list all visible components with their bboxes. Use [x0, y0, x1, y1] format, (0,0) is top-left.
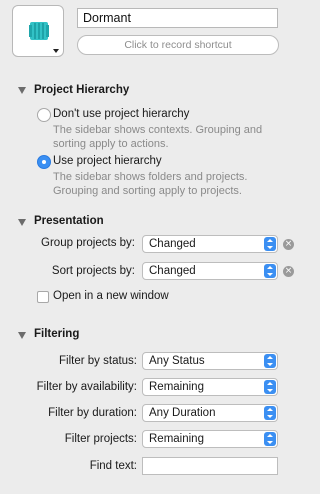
perspective-icon-well[interactable] [12, 5, 64, 57]
popup-arrows-icon [264, 432, 276, 446]
select-value: Changed [149, 265, 196, 277]
group-projects-label: Group projects by: [41, 237, 135, 249]
section-title-filtering: Filtering [34, 328, 80, 340]
filter-status-label: Filter by status: [59, 355, 137, 367]
popup-arrows-icon [264, 380, 276, 394]
filter-duration-label: Filter by duration: [48, 407, 137, 419]
tablet-icon [29, 22, 49, 40]
sort-projects-label: Sort projects by: [51, 265, 135, 277]
disclosure-triangle-icon[interactable] [18, 87, 26, 94]
filter-status-select[interactable]: Any Status [142, 352, 278, 370]
record-shortcut-button[interactable]: Click to record shortcut [77, 35, 279, 55]
section-title-presentation: Presentation [34, 215, 104, 227]
select-value: Remaining [149, 433, 204, 445]
option-description: sorting apply to actions. [53, 138, 169, 150]
new-window-checkbox[interactable] [37, 291, 49, 303]
disclosure-triangle-icon[interactable] [18, 219, 26, 226]
filter-availability-select[interactable]: Remaining [142, 378, 278, 396]
filter-availability-label: Filter by availability: [36, 381, 137, 393]
select-value: Any Status [149, 355, 205, 367]
filter-duration-select[interactable]: Any Duration [142, 404, 278, 422]
clear-icon[interactable]: × [283, 266, 294, 277]
radio-use-hierarchy[interactable] [37, 155, 51, 169]
popup-arrows-icon [264, 354, 276, 368]
section-title-project-hierarchy: Project Hierarchy [34, 84, 130, 96]
radio-no-hierarchy[interactable] [37, 108, 51, 122]
find-text-label: Find text: [89, 460, 137, 472]
radio-label-use-hierarchy[interactable]: Use project hierarchy [53, 155, 162, 167]
find-text-field[interactable] [142, 457, 278, 475]
perspective-name-field[interactable]: Dormant [77, 8, 278, 28]
option-description: Grouping and sorting apply to projects. [53, 185, 242, 197]
popup-arrows-icon [264, 237, 276, 251]
sort-projects-select[interactable]: Changed [142, 262, 278, 280]
new-window-label[interactable]: Open in a new window [53, 290, 169, 302]
select-value: Changed [149, 238, 196, 250]
popup-arrows-icon [264, 406, 276, 420]
radio-label-no-hierarchy[interactable]: Don't use project hierarchy [53, 108, 189, 120]
option-description: The sidebar shows folders and projects. [53, 171, 248, 183]
filter-projects-label: Filter projects: [64, 433, 137, 445]
select-value: Remaining [149, 381, 204, 393]
select-value: Any Duration [149, 407, 216, 419]
disclosure-triangle-icon[interactable] [18, 332, 26, 339]
option-description: The sidebar shows contexts. Grouping and [53, 124, 263, 136]
clear-icon[interactable]: × [283, 239, 294, 250]
group-projects-select[interactable]: Changed [142, 235, 278, 253]
popup-arrows-icon [264, 264, 276, 278]
chevron-down-icon[interactable] [53, 49, 59, 53]
filter-projects-select[interactable]: Remaining [142, 430, 278, 448]
